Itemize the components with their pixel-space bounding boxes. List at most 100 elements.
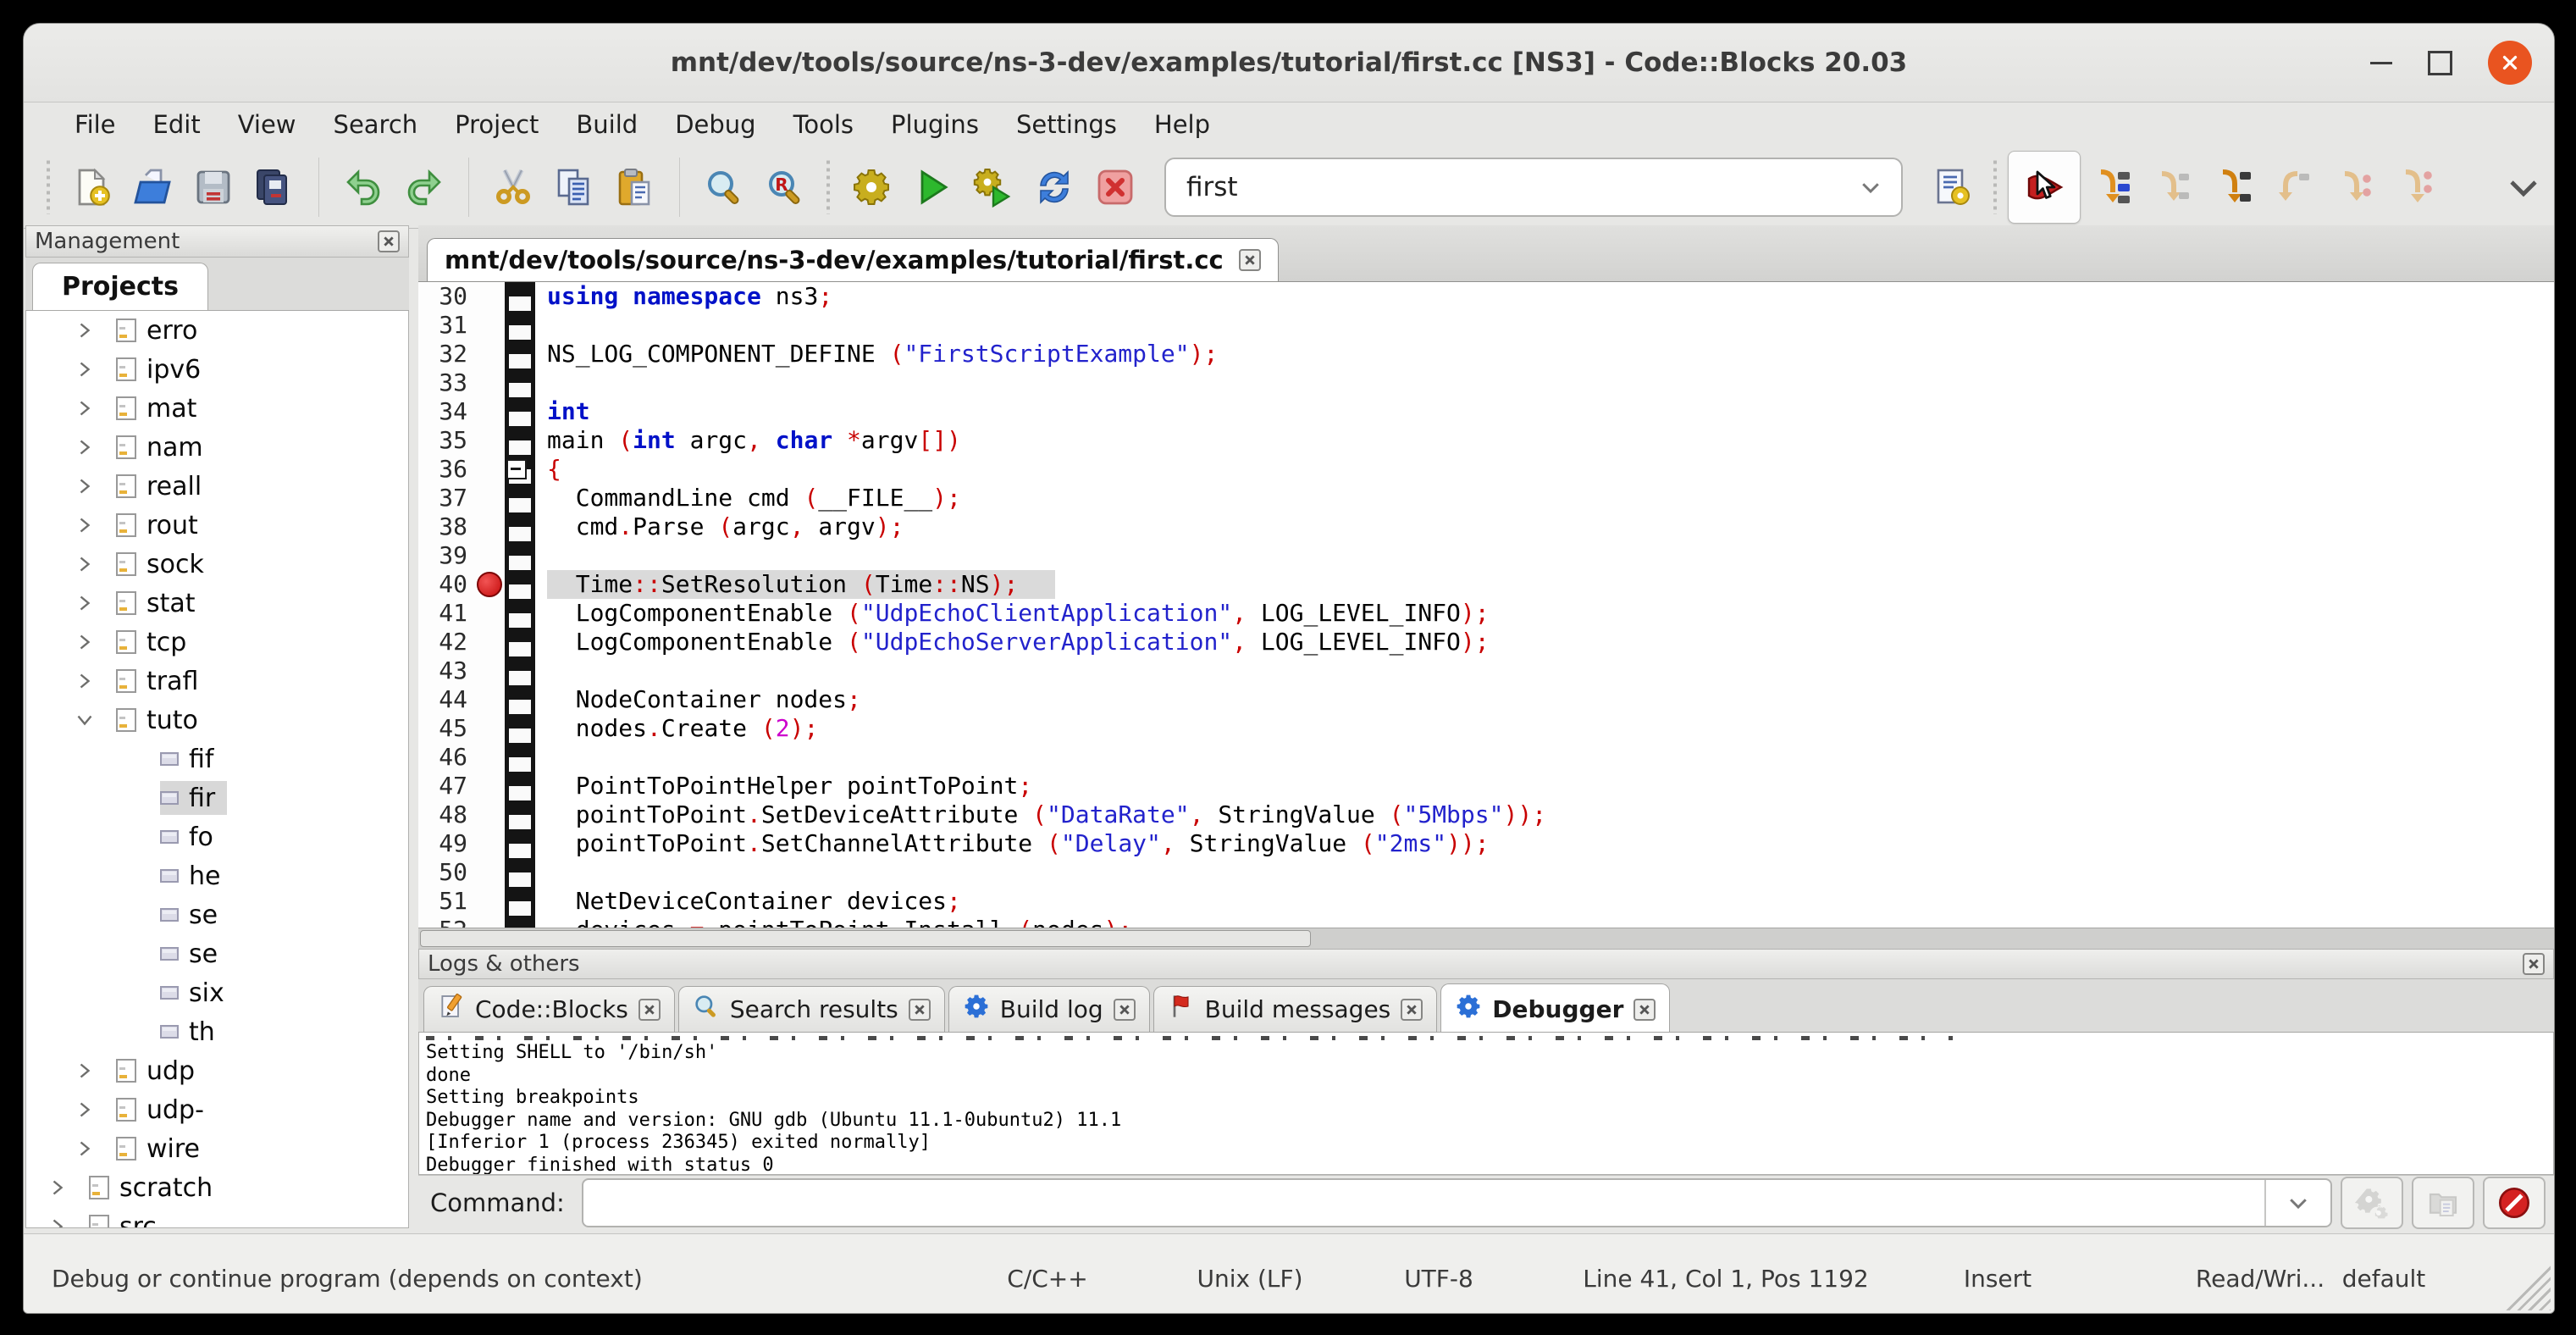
menu-build[interactable]: Build: [557, 107, 656, 142]
run-button[interactable]: [902, 157, 963, 218]
chevron-right-icon[interactable]: [72, 398, 97, 418]
chevron-right-icon[interactable]: [72, 1138, 97, 1159]
debugger-settings-button[interactable]: [2341, 1177, 2403, 1229]
maximize-icon[interactable]: [2428, 51, 2452, 75]
chevron-right-icon[interactable]: [72, 515, 97, 535]
breakpoint-margin[interactable]: [474, 397, 505, 426]
tab-projects[interactable]: Projects: [32, 263, 208, 310]
chevron-right-icon[interactable]: [72, 437, 97, 457]
tree-item-nam[interactable]: nam: [26, 428, 408, 467]
menu-edit[interactable]: Edit: [135, 107, 219, 142]
step-into-button[interactable]: [2203, 157, 2264, 218]
log-tab-build-messages[interactable]: Build messages: [1153, 986, 1438, 1032]
breakpoint-margin[interactable]: [474, 282, 505, 311]
chevron-down-icon[interactable]: [1840, 159, 1901, 215]
chevron-right-icon[interactable]: [72, 671, 97, 691]
menu-help[interactable]: Help: [1136, 107, 1229, 142]
tree-item-fir[interactable]: fir: [26, 778, 408, 817]
breakpoint-margin[interactable]: [474, 455, 505, 484]
abort-button[interactable]: [1085, 157, 1146, 218]
close-icon[interactable]: [2488, 41, 2532, 85]
chevron-down-icon[interactable]: [2264, 1180, 2330, 1226]
breakpoint-margin[interactable]: [474, 426, 505, 455]
menu-file[interactable]: File: [56, 107, 135, 142]
chevron-right-icon[interactable]: [72, 554, 97, 574]
chevron-right-icon[interactable]: [72, 1100, 97, 1120]
command-input[interactable]: [583, 1180, 2264, 1226]
tree-item-th[interactable]: th: [26, 1012, 408, 1051]
tree-item-wire[interactable]: wire: [26, 1129, 408, 1168]
build-button[interactable]: [841, 157, 902, 218]
breakpoint-margin[interactable]: [474, 800, 505, 829]
tree-item-reall[interactable]: reall: [26, 467, 408, 506]
tree-item-rout[interactable]: rout: [26, 506, 408, 545]
close-panel-icon[interactable]: [2523, 953, 2545, 975]
menu-view[interactable]: View: [219, 107, 315, 142]
save-button[interactable]: [183, 157, 244, 218]
log-tab-code-blocks[interactable]: Code::Blocks: [423, 986, 675, 1032]
breakpoint-margin[interactable]: [474, 743, 505, 772]
breakpoint-margin[interactable]: [474, 772, 505, 800]
close-tab-icon[interactable]: [1633, 999, 1656, 1021]
chevron-right-icon[interactable]: [72, 632, 97, 652]
tree-item-tuto[interactable]: tuto: [26, 701, 408, 740]
chevron-right-icon[interactable]: [72, 593, 97, 613]
breakpoint-margin[interactable]: [474, 311, 505, 340]
minimize-icon[interactable]: [2370, 62, 2392, 64]
toolbar-grip[interactable]: [1989, 160, 2001, 214]
new-file-button[interactable]: [61, 157, 122, 218]
breakpoint-margin[interactable]: [474, 340, 505, 368]
tree-item-tcp[interactable]: tcp: [26, 623, 408, 662]
chevron-right-icon[interactable]: [72, 1061, 97, 1081]
log-tab-build-log[interactable]: Build log: [948, 986, 1150, 1032]
scrollbar-thumb[interactable]: [420, 930, 1311, 947]
step-out-button[interactable]: [2264, 157, 2324, 218]
chevron-down-icon[interactable]: [72, 710, 97, 730]
breakpoint-margin[interactable]: [474, 656, 505, 685]
tree-item-fif[interactable]: fif: [26, 740, 408, 778]
breakpoint-margin[interactable]: [474, 628, 505, 656]
close-tab-icon[interactable]: [638, 999, 661, 1021]
chevron-right-icon[interactable]: [72, 320, 97, 341]
breakpoint-margin[interactable]: [474, 368, 505, 397]
code-editor[interactable]: 30using namespace ns3;3132NS_LOG_COMPONE…: [418, 282, 2554, 928]
editor-horizontal-scrollbar[interactable]: [418, 928, 2554, 949]
close-tab-icon[interactable]: [1401, 999, 1423, 1021]
tree-item-udp-[interactable]: udp-: [26, 1090, 408, 1129]
tree-item-sock[interactable]: sock: [26, 545, 408, 584]
breakpoint-margin[interactable]: [474, 685, 505, 714]
editor-tab-first-cc[interactable]: mnt/dev/tools/source/ns-3-dev/examples/t…: [427, 238, 1279, 281]
breakpoint-margin[interactable]: [474, 858, 505, 887]
menu-debug[interactable]: Debug: [656, 107, 774, 142]
menu-project[interactable]: Project: [436, 107, 557, 142]
chevron-right-icon[interactable]: [72, 476, 97, 496]
step-into-instruction-button[interactable]: [2385, 157, 2446, 218]
tree-item-stat[interactable]: stat: [26, 584, 408, 623]
tree-item-six[interactable]: six: [26, 973, 408, 1012]
breakpoint-icon[interactable]: [477, 572, 502, 597]
chevron-right-icon[interactable]: [45, 1216, 70, 1228]
tree-item-fo[interactable]: fo: [26, 817, 408, 856]
fold-collapse-icon[interactable]: [506, 459, 527, 479]
tree-item-mat[interactable]: mat: [26, 389, 408, 428]
tree-item-trafl[interactable]: trafl: [26, 662, 408, 701]
tree-item-se[interactable]: se: [26, 895, 408, 934]
close-panel-icon[interactable]: [378, 230, 400, 252]
breakpoint-margin[interactable]: [474, 484, 505, 512]
menu-search[interactable]: Search: [315, 107, 437, 142]
copy-button[interactable]: [544, 157, 605, 218]
breakpoint-margin[interactable]: [474, 916, 505, 928]
close-tab-icon[interactable]: [909, 999, 931, 1021]
paste-button[interactable]: [605, 157, 666, 218]
title-bar[interactable]: mnt/dev/tools/source/ns-3-dev/examples/t…: [24, 24, 2554, 102]
next-instruction-button[interactable]: [2324, 157, 2385, 218]
next-line-button[interactable]: [2142, 157, 2203, 218]
find-button[interactable]: [694, 157, 755, 218]
rebuild-button[interactable]: [1024, 157, 1085, 218]
debugger-log[interactable]: Setting SHELL to '/bin/sh'doneSetting br…: [418, 1033, 2554, 1175]
breakpoint-margin[interactable]: [474, 599, 505, 628]
toolbar-grip[interactable]: [42, 160, 54, 214]
menu-tools[interactable]: Tools: [775, 107, 872, 142]
build-target-button[interactable]: [1921, 157, 1982, 218]
cut-button[interactable]: [483, 157, 544, 218]
